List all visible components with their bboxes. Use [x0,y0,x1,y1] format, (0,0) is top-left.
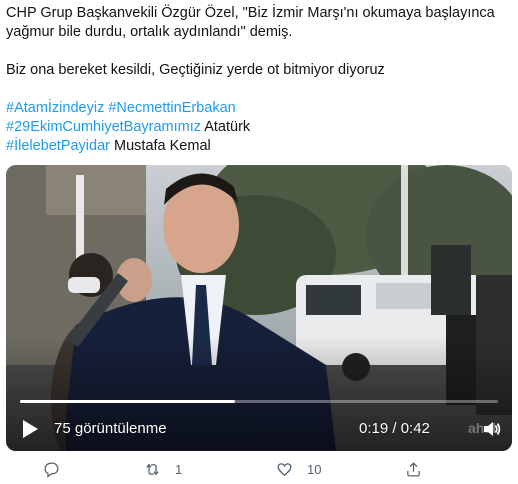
share-icon [407,462,420,477]
hashtag-link[interactable]: #NecmettinErbakan [108,100,235,116]
hashtag-link[interactable]: #29EkimCumhiyetBayramımız [6,119,201,135]
tweet-actions: 1 10 [0,458,518,484]
heart-icon [277,463,292,476]
retweet-button[interactable]: 1 [144,461,182,478]
tweet-text: CHP Grup Başkanvekili Özgür Özel, "Biz İ… [6,4,506,156]
tweet-text-fragment: Atatürk [204,119,251,135]
progress-fill [20,400,236,403]
video-player[interactable]: 75 görüntülenme ahab 0:19 / 0:42 [6,165,512,451]
like-button[interactable]: 10 [276,461,321,478]
like-count: 10 [307,462,322,477]
video-time: 0:19 / 0:42 [359,420,430,437]
tweet-line: yağmur bile durdu, ortalık aydınlandı" d… [6,24,293,40]
volume-icon[interactable] [483,420,501,438]
hashtag-link[interactable]: #İlelebetPayidar [6,138,110,154]
hashtag-link[interactable]: #Atamİzindeyiz [6,100,104,116]
retweet-count: 1 [175,462,183,477]
reply-icon [44,462,59,478]
tweet-line: CHP Grup Başkanvekili Özgür Özel, "Biz İ… [6,5,495,21]
tweet-text-fragment: Mustafa Kemal [114,138,211,154]
view-count: 75 görüntülenme [54,420,167,437]
tweet-line: Biz ona bereket kesildi, Geçtiğiniz yerd… [6,62,385,78]
reply-button[interactable] [43,461,60,478]
retweet-icon [146,463,159,476]
share-button[interactable] [405,461,422,478]
progress-bar[interactable] [20,400,498,403]
video-frame [6,165,512,451]
play-icon[interactable] [21,419,39,439]
